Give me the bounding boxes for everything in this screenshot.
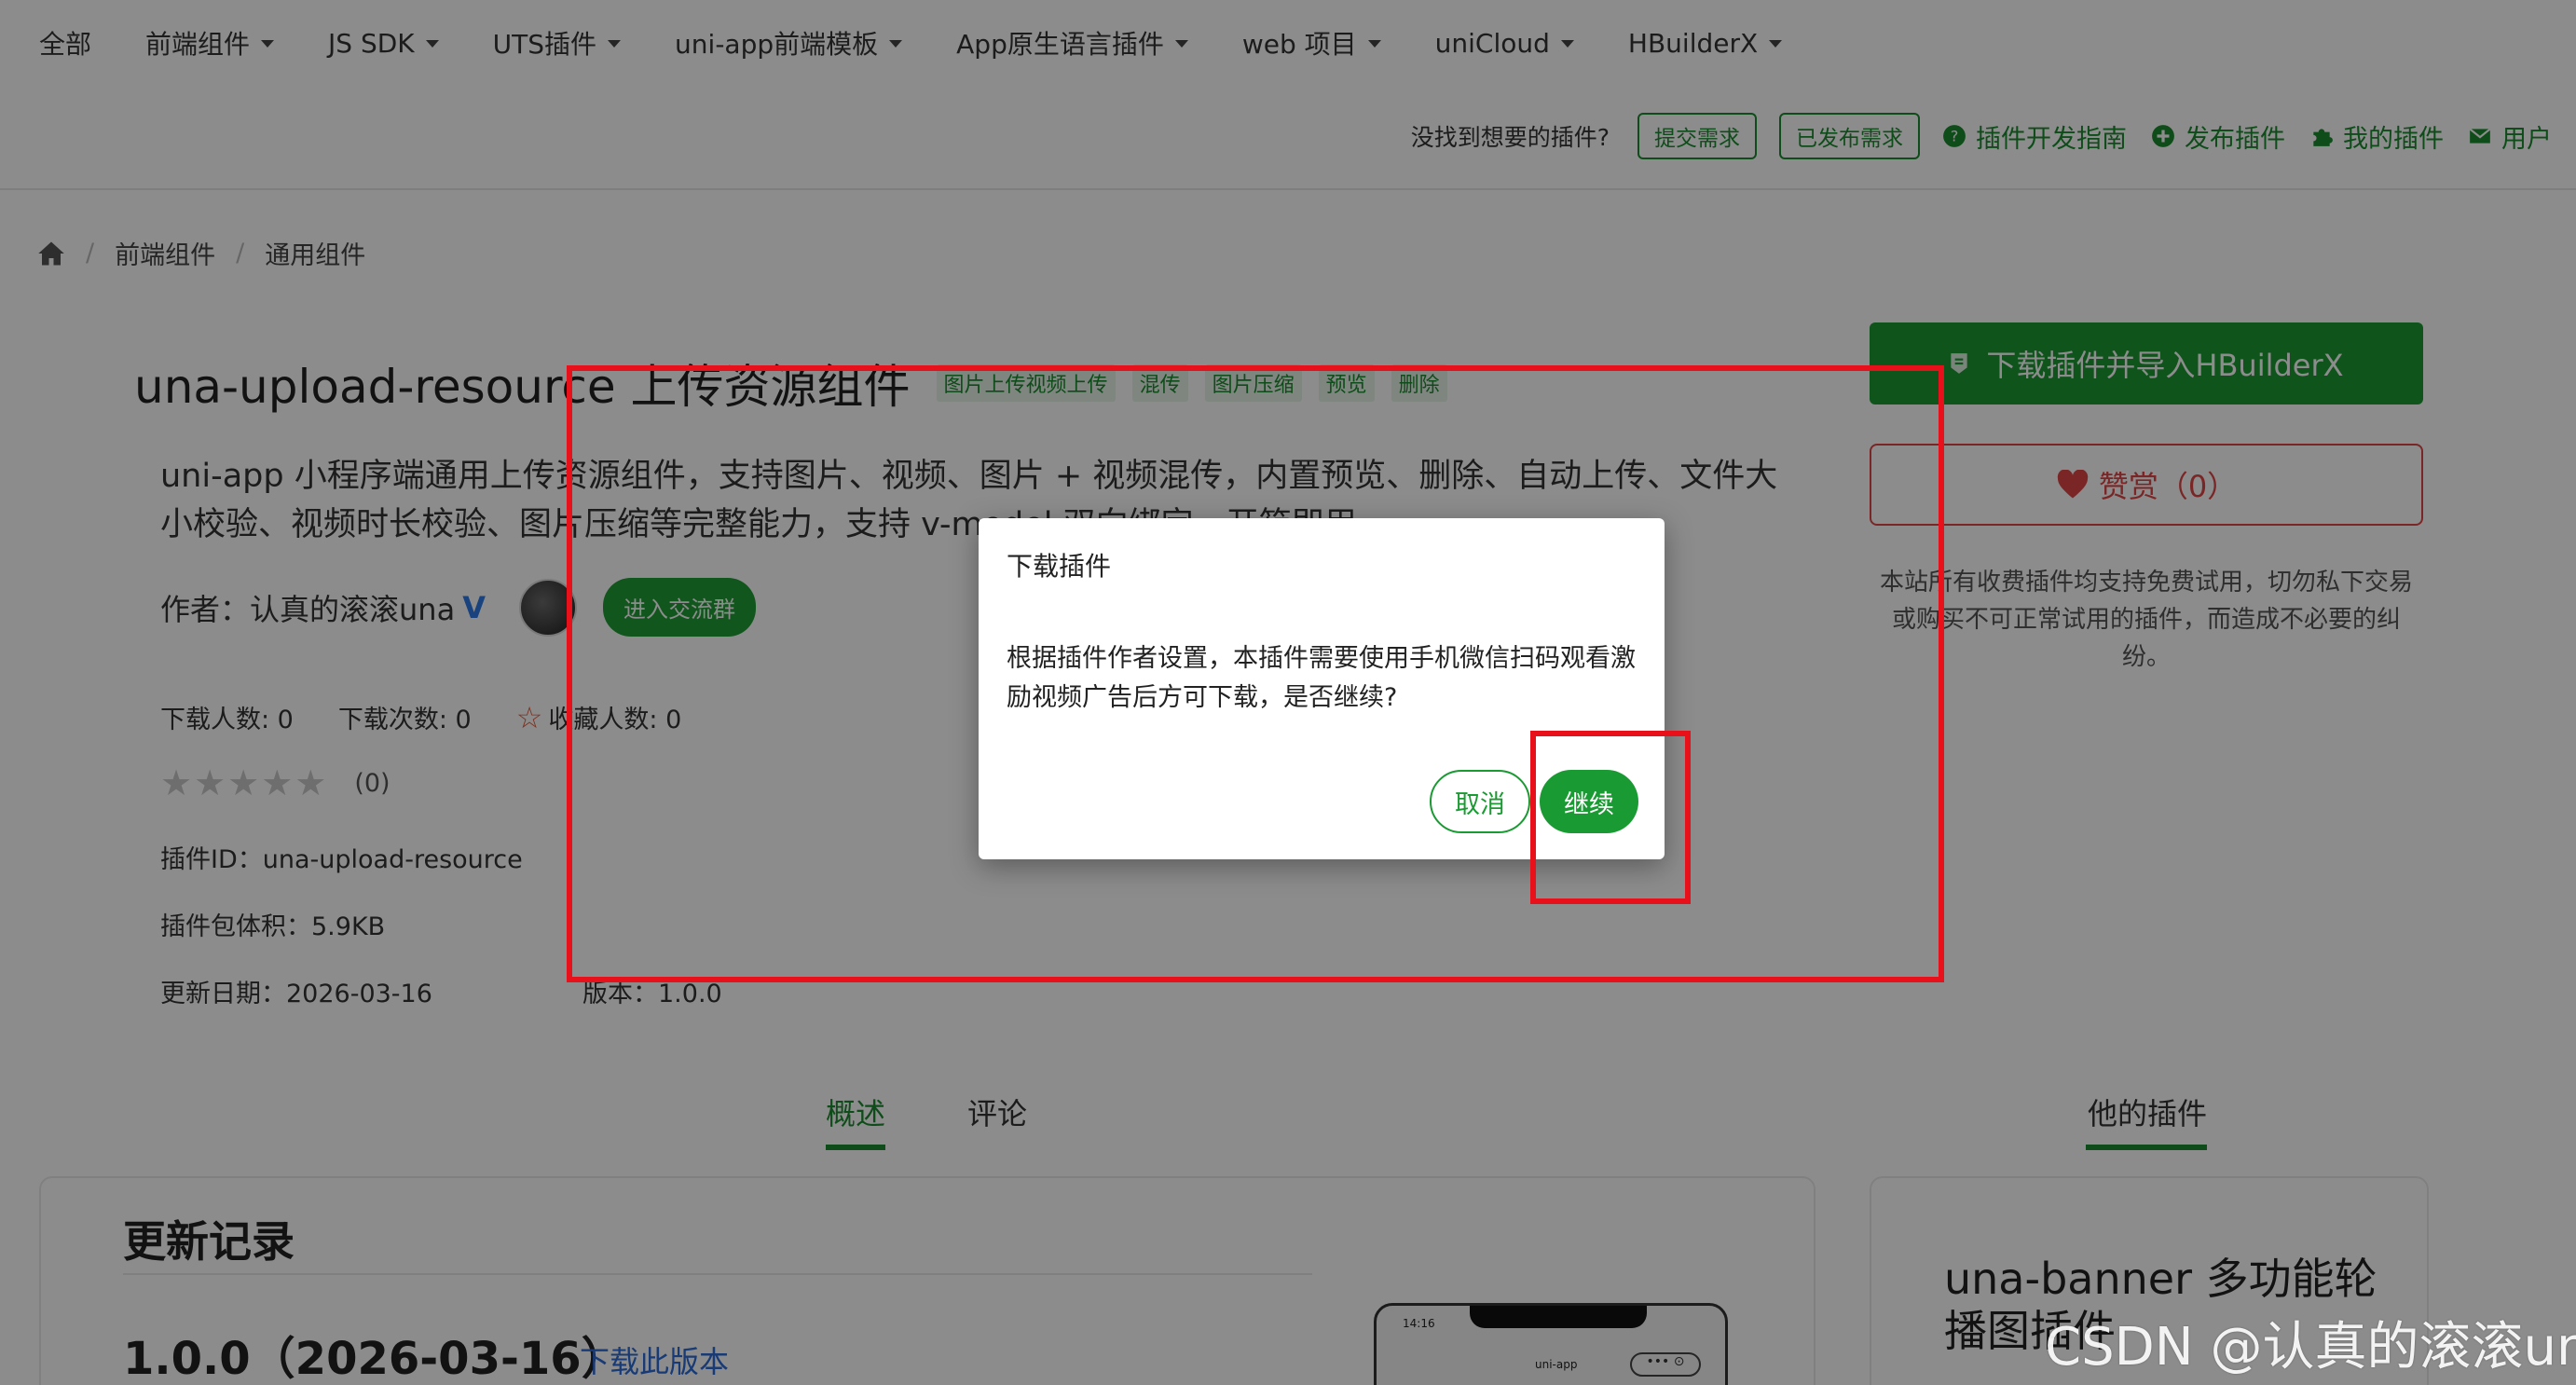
annotation-box-dialog xyxy=(567,365,1944,982)
annotation-box-continue xyxy=(1530,731,1691,904)
csdn-watermark: CSDN @认真的滚滚una xyxy=(2045,1317,2576,1378)
